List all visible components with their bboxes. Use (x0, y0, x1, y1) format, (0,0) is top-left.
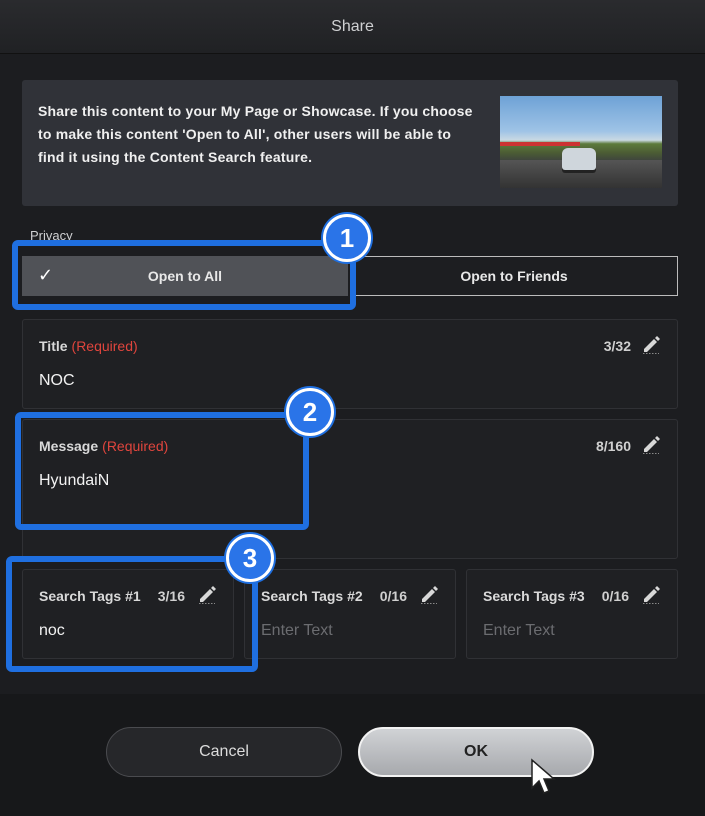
thumbnail-car (562, 148, 596, 170)
search-tag-char-count: 0/16 (379, 588, 407, 604)
message-value: HyundaiN (39, 472, 110, 489)
thumbnail-barrier (500, 142, 580, 146)
privacy-option-label: Open to All (147, 268, 223, 284)
title-field-label: Title (Required) (39, 338, 138, 354)
search-tag-placeholder: Enter Text (483, 622, 555, 639)
intro-box: Share this content to your My Page or Sh… (22, 80, 678, 206)
content-thumbnail (500, 96, 662, 188)
privacy-option-open-to-friends[interactable]: Open to Friends (350, 256, 678, 296)
dialog-title: Share (331, 17, 374, 35)
annotation-badge-2: 2 (286, 388, 334, 436)
annotation-badge-1: 1 (323, 214, 371, 262)
required-marker: (Required) (102, 438, 169, 454)
pencil-icon[interactable] (419, 584, 439, 604)
title-field[interactable]: Title (Required) 3/32 NOC (22, 319, 678, 409)
message-field[interactable]: Message (Required) 8/160 HyundaiN (22, 419, 678, 559)
title-char-count: 3/32 (603, 338, 631, 354)
message-field-label: Message (Required) (39, 438, 168, 454)
search-tag-field-1[interactable]: Search Tags #1 3/16 noc (22, 569, 234, 659)
search-tag-placeholder: Enter Text (261, 622, 333, 639)
privacy-option-label: Open to Friends (460, 268, 568, 284)
search-tag-field-2[interactable]: Search Tags #2 0/16 Enter Text (244, 569, 456, 659)
pencil-icon[interactable] (641, 334, 661, 354)
cancel-button[interactable]: Cancel (106, 727, 342, 777)
title-value: NOC (39, 372, 75, 389)
search-tag-char-count: 0/16 (601, 588, 629, 604)
annotation-badge-3: 3 (226, 534, 274, 582)
pencil-icon[interactable] (641, 434, 661, 454)
privacy-label: Privacy (30, 228, 73, 243)
message-char-count: 8/160 (595, 438, 631, 454)
pencil-icon[interactable] (197, 584, 217, 604)
privacy-option-open-to-all[interactable]: ✓ Open to All (22, 256, 348, 296)
search-tag-label: Search Tags #3 (483, 588, 585, 604)
search-tag-label: Search Tags #1 (39, 588, 141, 604)
search-tag-label: Search Tags #2 (261, 588, 363, 604)
intro-text: Share this content to your My Page or Sh… (38, 103, 473, 165)
search-tag-field-3[interactable]: Search Tags #3 0/16 Enter Text (466, 569, 678, 659)
title-label-text: Title (39, 338, 68, 354)
mouse-cursor-icon (531, 758, 557, 794)
search-tag-value: noc (39, 622, 65, 639)
pencil-icon[interactable] (641, 584, 661, 604)
message-label-text: Message (39, 438, 99, 454)
required-marker: (Required) (71, 338, 138, 354)
dialog-title-bar: Share (0, 0, 705, 54)
search-tag-char-count: 3/16 (157, 588, 185, 604)
checkmark-icon: ✓ (38, 265, 54, 285)
